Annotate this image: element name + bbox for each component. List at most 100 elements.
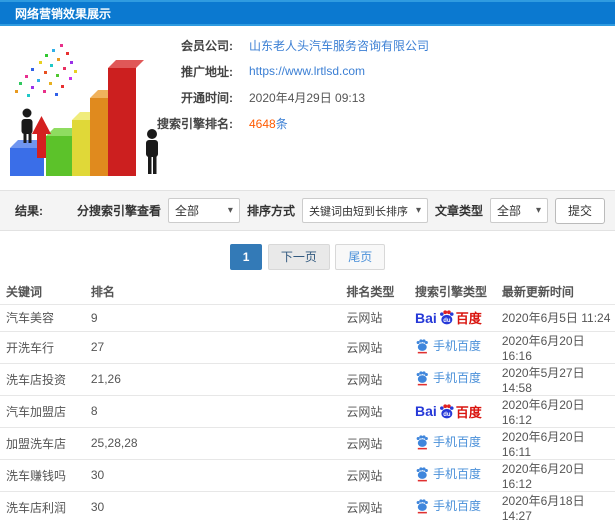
rank-link[interactable]: 9 [90,303,347,331]
header-updated: 最新更新时间 [501,285,574,300]
svg-text:du: du [443,318,451,324]
table-row: 洗车赚钱吗 30 云网站 手机百度 2020年6月20日 16:12 [0,458,615,491]
baidu-mobile-paw-icon [416,371,428,386]
rank-unit: 条 [275,116,288,131]
rank-type-cell: 云网站 [346,330,409,363]
rank-link[interactable]: 8 [90,394,347,427]
filter-controls: 分搜索引擎查看 全部 排序方式 关键词由短到长排序 文章类型 全部 提交 [76,197,605,224]
company-name-link[interactable]: 山东老人头汽车服务咨询有限公司 [249,37,429,54]
rank-link[interactable]: 21,26 [90,362,347,395]
rank-type-cell: 云网站 [346,394,409,427]
rank-type-cell: 云网站 [346,362,409,395]
filter-bar: 结果: 分搜索引擎查看 全部 排序方式 关键词由短到长排序 文章类型 全部 提交 [0,190,615,231]
engine-rank-row: 搜索引擎排名: 4648条 [0,110,615,136]
rank-link[interactable]: 25,28,28 [90,426,347,459]
promo-url-row: 推广地址: https://www.lrtlsd.com [0,58,615,84]
baidu-bai-text: Bai [414,403,437,419]
updated-cell: 2020年6月20日 16:16 [501,330,615,363]
sort-label: 排序方式 [246,204,295,218]
next-page-button[interactable]: 下一页 [267,244,330,270]
baidu-pc-logo: Bai du 百度 [415,402,482,421]
baidu-mobile-paw-icon [416,467,428,482]
svg-text:du: du [443,411,451,417]
engine-cell: Bai du 百度 [408,394,502,427]
last-page-button[interactable]: 尾页 [335,244,386,270]
header-engine-type: 搜索引擎类型 [414,285,487,300]
baidu-mobile-paw-icon [416,499,428,514]
article-type-select[interactable]: 全部 [489,198,548,223]
open-time-label: 开通时间: [181,90,233,105]
engine-filter-label: 分搜索引擎查看 [76,204,161,218]
table-row: 开洗车行 27 云网站 手机百度 2020年6月20日 16:16 [0,330,615,363]
table-row: 加盟洗车店 25,28,28 云网站 手机百度 2020年6月20日 16:11 [0,426,615,459]
page-1-button[interactable]: 1 [229,244,263,270]
baidu-pc-logo: Bai du 百度 [415,308,482,327]
updated-cell: 2020年6月20日 16:11 [501,426,615,459]
keyword-cell: 加盟洗车店 [0,426,91,459]
table-row: 汽车美容 9 云网站 Bai du 百度 2020年6月5日 11:24 [0,303,615,331]
baidu-mobile-paw-icon [416,339,428,354]
article-type-label: 文章类型 [434,204,483,218]
results-table-body: 汽车美容 9 云网站 Bai du 百度 2020年6月5日 11:24 开洗车… [0,303,615,520]
baidu-mobile-logo: 手机百度 [415,337,481,354]
engine-cell: 手机百度 [408,426,502,459]
header-keyword: 关键词 [6,285,43,300]
rank-link[interactable]: 27 [90,330,347,363]
updated-cell: 2020年6月20日 16:12 [501,394,615,427]
keyword-cell: 开洗车行 [0,330,91,363]
rank-type-cell: 云网站 [346,458,409,491]
baidu-mobile-text: 手机百度 [432,435,481,450]
engine-cell: 手机百度 [408,458,502,491]
baidu-mobile-logo: 手机百度 [415,497,481,514]
keyword-cell: 汽车加盟店 [0,394,91,427]
baidu-mobile-logo: 手机百度 [415,369,481,386]
company-row: 会员公司: 山东老人头汽车服务咨询有限公司 [0,32,615,58]
baidu-cn-text: 百度 [455,311,482,326]
updated-cell: 2020年6月20日 16:12 [501,458,615,491]
header-rank-type: 排名类型 [346,285,395,300]
baidu-bai-text: Bai [414,309,437,326]
baidu-mobile-text: 手机百度 [432,499,481,514]
account-info-panel: 会员公司: 山东老人头汽车服务咨询有限公司 推广地址: https://www.… [0,32,615,136]
pagination: 1 下一页 尾页 [0,244,615,270]
submit-button[interactable]: 提交 [554,197,605,224]
table-row: 汽车加盟店 8 云网站 Bai du 百度 2020年6月20日 16:12 [0,394,615,427]
open-time-row: 开通时间: 2020年4月29日 09:13 [0,84,615,110]
account-info-section: 会员公司: 山东老人头汽车服务咨询有限公司 推广地址: https://www.… [0,26,615,190]
baidu-mobile-logo: 手机百度 [415,465,481,482]
open-time-value: 2020年4月29日 09:13 [249,90,366,105]
baidu-mobile-paw-icon [416,435,428,450]
engine-select[interactable]: 全部 [167,198,240,223]
rank-link[interactable]: 30 [90,490,347,520]
engine-rank-value: 4648条 [249,115,288,132]
engine-select-value: 全部 [174,204,199,218]
rank-type-cell: 云网站 [346,303,409,331]
rank-type-cell: 云网站 [346,426,409,459]
baidu-mobile-text: 手机百度 [432,339,481,354]
baidu-mobile-text: 手机百度 [432,371,481,386]
baidu-mobile-text: 手机百度 [432,467,481,482]
engine-cell: 手机百度 [408,330,502,363]
result-label: 结果: [15,204,43,218]
keyword-cell: 洗车店利润 [0,490,91,520]
sort-select[interactable]: 关键词由短到长排序 [301,198,428,223]
page-title: 网络营销效果展示 [15,6,112,21]
keyword-cell: 洗车赚钱吗 [0,458,91,491]
rank-link[interactable]: 30 [90,458,347,491]
baidu-cn-text: 百度 [455,404,482,420]
engine-cell: 手机百度 [408,362,502,395]
promo-url-label: 推广地址: [181,64,233,79]
keyword-cell: 汽车美容 [0,303,91,331]
rank-count: 4648 [249,116,276,131]
results-table: 关键词 排名 排名类型 搜索引擎类型 最新更新时间 汽车美容 9 云网站 Bai… [0,280,615,520]
baidu-paw-icon: du [439,403,454,418]
company-label: 会员公司: [181,38,233,53]
baidu-paw-icon: du [439,310,454,325]
article-type-value: 全部 [496,204,521,218]
rank-type-cell: 云网站 [346,490,409,520]
updated-cell: 2020年6月5日 11:24 [501,303,615,331]
engine-cell: 手机百度 [408,490,502,520]
updated-cell: 2020年6月18日 14:27 [501,490,615,520]
promo-url-link[interactable]: https://www.lrtlsd.com [249,64,365,78]
updated-cell: 2020年5月27日 14:58 [501,362,615,395]
